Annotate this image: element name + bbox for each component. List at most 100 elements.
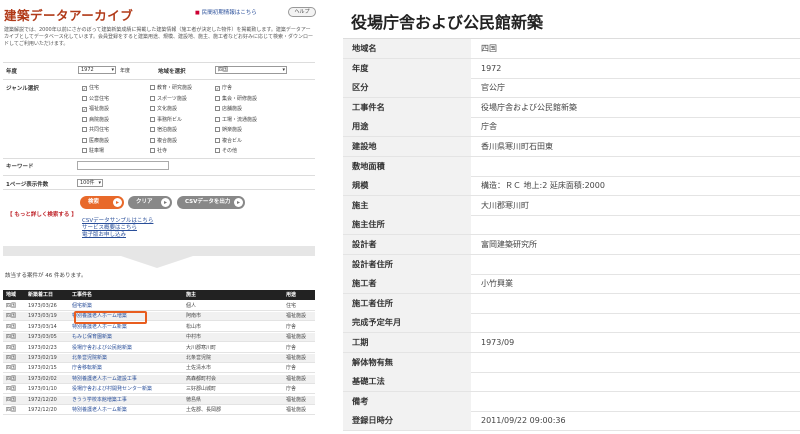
genre-checkbox[interactable]: 複合施設 [150, 137, 177, 144]
year-select[interactable]: 1972 [78, 66, 116, 74]
service-overview-link[interactable]: サービス概要はこちら [82, 225, 153, 232]
checkbox-icon [82, 127, 87, 132]
perpage-select[interactable]: 100件 [77, 179, 103, 187]
detail-key: 施主 [343, 195, 471, 215]
cell-owner: 土佐郡、長岡郡 [186, 407, 222, 413]
detail-key: 工期 [343, 333, 471, 352]
csv-sample-link[interactable]: CSVデータサンプルはこちら [82, 218, 153, 225]
genre-label: 複合ビル [222, 137, 243, 144]
genre-checkbox[interactable]: 病院施設 [82, 116, 109, 123]
genre-label: 工場・流通施設 [222, 116, 258, 123]
table-row[interactable]: 四国 1973/02/19 北条営児院新築 北条営児院 福祉施設 [3, 354, 315, 363]
cell-region: 四国 [6, 386, 17, 393]
cell-use: 庁舎 [286, 386, 297, 393]
detail-value: 四国 [481, 44, 497, 53]
cell-owner: 三好郡山城町 [186, 386, 217, 393]
genre-checkbox[interactable]: 共同住宅 [82, 126, 109, 133]
detail-row: 地域名 四国 [343, 39, 800, 59]
cell-name[interactable]: 北条営児院新築 [72, 354, 182, 362]
genre-label: 公営住宅 [89, 95, 110, 102]
table-row[interactable]: 四国 1972/12/20 特別養護老人ホーム新築 土佐郡、長岡郡 福祉施設 [3, 406, 315, 415]
table-row[interactable]: 四国 1973/01/10 役場庁舎および村開発センター新築 三好郡山城町 庁舎 [3, 385, 315, 395]
genre-label: 共同住宅 [89, 127, 110, 133]
subscription-link[interactable]: 電子版お申し込み [82, 232, 153, 239]
genre-checkbox[interactable]: 教育・研究施設 [150, 84, 192, 91]
checkbox-icon [150, 85, 155, 90]
genre-checkbox[interactable]: 複合ビル [215, 137, 242, 144]
cell-date: 1973/03/14 [28, 323, 57, 330]
help-button[interactable]: ヘルプ [288, 7, 316, 17]
table-row[interactable]: 四国 1973/02/23 役場庁舎および公民館新築 大川郡寒川町 庁舎 [3, 344, 315, 353]
cell-name[interactable]: 特別養護老人ホーム新築 [72, 406, 182, 414]
genre-checkbox[interactable]: 宿泊施設 [150, 126, 177, 133]
genre-checkbox[interactable]: 医療施設 [82, 137, 109, 144]
genre-checkbox[interactable]: ✓ 庁舎 [215, 84, 232, 91]
cell-date: 1973/03/05 [28, 334, 57, 341]
cell-name[interactable]: きうう学校本館増築工事 [72, 396, 182, 404]
genre-checkbox[interactable]: 事務所ビル [150, 116, 182, 123]
genre-checkbox[interactable]: 娯楽施設 [215, 126, 242, 133]
genre-checkbox[interactable]: 工場・流通施設 [215, 116, 257, 123]
genre-checkbox[interactable]: スポーツ施設 [150, 95, 187, 102]
table-row[interactable]: 四国 1973/03/14 特別養護老人ホーム新築 松山市 庁舎 [3, 323, 315, 332]
detail-panel: 役場庁舎および公民館新築 地域名 四国 年度 1972 区分 官公庁 工事件名 役場庁舎および… [343, 0, 800, 434]
col-use: 用途 [286, 292, 297, 298]
cell-name[interactable]: 個宅新築 [72, 302, 182, 310]
cell-date: 1973/03/26 [28, 303, 57, 309]
csv-export-button[interactable]: CSVデータを出力 ▸ [177, 196, 245, 209]
detail-key: 完成予定年月 [343, 313, 471, 333]
table-row[interactable]: 四国 1972/12/20 きうう学校本館増築工事 徳島県 福祉施設 [3, 395, 315, 405]
genre-checkbox[interactable]: 駐車場 [82, 147, 104, 154]
genre-checkbox[interactable]: 文化施設 [150, 105, 177, 112]
checkbox-icon [215, 95, 220, 101]
cell-owner: 個人 [186, 303, 197, 309]
col-region: 地域 [6, 292, 17, 298]
detail-value: 役場庁舎および公民館新築 [481, 102, 577, 112]
detail-row: 完成予定年月 [343, 313, 800, 334]
table-row[interactable]: 四国 1973/02/15 庁舎移転新築 土佐清水市 庁舎 [3, 364, 315, 374]
cell-name[interactable]: もみじ保育園新築 [72, 333, 182, 341]
detail-row: 工事件名 役場庁舎および公民館新築 [343, 97, 800, 118]
genre-label: 事務所ビル [157, 116, 183, 123]
detail-row: 備考 [343, 391, 800, 412]
detail-row: 設計者 富岡建築研究所 [343, 235, 800, 255]
genre-checkbox[interactable]: ✓ 福祉施設 [82, 105, 109, 112]
genre-label: 文化施設 [157, 106, 178, 112]
genre-checkbox[interactable]: 公営住宅 [82, 95, 109, 102]
cell-name[interactable]: 役場庁舎および村開発センター新築 [72, 385, 182, 393]
genre-checkbox[interactable]: 社寺 [150, 147, 167, 154]
genre-checkbox[interactable]: その他 [215, 147, 237, 154]
detail-value: 小竹興業 [481, 279, 513, 289]
genre-checkbox[interactable]: 集会・研修施設 [215, 95, 257, 102]
perpage-row: 1ページ表示件数 100件 [3, 175, 315, 190]
arrow-right-icon: ▸ [161, 198, 170, 207]
cell-name[interactable]: 庁舎移転新築 [72, 364, 182, 372]
checkbox-icon [215, 137, 220, 143]
checkbox-icon [150, 106, 155, 111]
table-row[interactable]: 四国 1973/03/19 特別養護老人ホーム増築 阿南市 福祉施設 [3, 312, 315, 322]
clear-button[interactable]: クリア ▸ [128, 196, 172, 209]
detail-row: 設計者住所 [343, 254, 800, 275]
genre-label: スポーツ施設 [157, 95, 187, 102]
detail-row: 解体物有無 [343, 352, 800, 373]
cell-use: 福祉施設 [286, 355, 307, 361]
intro-text: 建築解説では、2000年以前にさかのぼって建築新築成績に掲載した建築情報（施工者… [4, 27, 313, 47]
cell-name[interactable]: 特別養護老人ホーム建設工事 [72, 375, 182, 383]
checkbox-icon [150, 148, 155, 153]
genre-checkbox[interactable]: 店舗施設 [215, 105, 242, 112]
year-suffix: 年度 [120, 68, 131, 74]
region-select[interactable]: 四国 [215, 66, 287, 74]
table-row[interactable]: 四国 1973/02/02 特別養護老人ホーム建設工事 高森都町村会 福祉施設 [3, 374, 315, 384]
table-row[interactable]: 四国 1973/03/05 もみじ保育園新築 中村市 福祉施設 [3, 333, 315, 343]
cell-date: 1972/12/20 [28, 407, 57, 413]
advanced-search-link[interactable]: 【 もっと詳しく検索する 】 [7, 210, 77, 218]
table-row[interactable]: 四国 1973/03/26 個宅新築 個人 住宅 [3, 302, 315, 311]
keyword-input[interactable] [77, 161, 169, 170]
detail-key: 登録日時分 [343, 411, 471, 431]
private-info-link[interactable]: 民間初期情報はこちら [195, 8, 257, 16]
cell-owner: 高森都町村会 [186, 375, 217, 382]
cell-date: 1972/12/20 [28, 396, 57, 403]
genre-checkbox[interactable]: ✓ 住宅 [82, 84, 99, 91]
cell-name[interactable]: 役場庁舎および公民館新築 [72, 344, 182, 352]
search-button[interactable]: 検索 ▸ [80, 196, 124, 209]
